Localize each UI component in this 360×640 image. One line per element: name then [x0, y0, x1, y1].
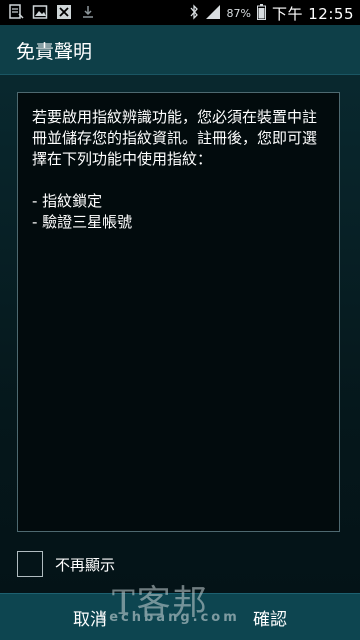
signal-icon: [205, 4, 221, 24]
usb-icon: [56, 4, 72, 20]
title-bar: 免責聲明: [0, 25, 360, 75]
dont-show-again-row[interactable]: 不再顯示: [17, 550, 217, 578]
note-icon: [8, 4, 24, 20]
feature-list-item: - 指紋鎖定: [32, 192, 103, 210]
dont-show-again-label: 不再顯示: [55, 555, 116, 574]
status-bar: 87% 下午 12:55: [0, 0, 360, 25]
disclaimer-screen: 87% 下午 12:55 免責聲明 若要啟用指紋辨識功能，您必須在裝置中註冊並儲…: [0, 0, 360, 640]
battery-percent: 87%: [226, 7, 251, 20]
status-left-icons: [8, 4, 96, 20]
page-title: 免責聲明: [16, 41, 93, 63]
download-icon: [80, 4, 96, 20]
watermark-url: techbang.com: [100, 610, 240, 625]
disclaimer-paragraph: 若要啟用指紋辨識功能，您必須在裝置中註冊並儲存您的指紋資訊。註冊後，您即可選擇在…: [32, 108, 318, 168]
disclaimer-panel[interactable]: 若要啟用指紋辨識功能，您必須在裝置中註冊並儲存您的指紋資訊。註冊後，您即可選擇在…: [17, 92, 340, 532]
bluetooth-icon: [189, 3, 199, 24]
status-right-icons: 87% 下午 12:55: [189, 3, 354, 24]
status-time: 下午 12:55: [272, 5, 354, 23]
dont-show-again-checkbox[interactable]: [17, 551, 43, 577]
battery-icon: [257, 3, 266, 24]
image-icon: [32, 4, 48, 20]
watermark: T客邦 techbang.com: [90, 575, 270, 635]
feature-list-item: - 驗證三星帳號: [32, 213, 133, 231]
